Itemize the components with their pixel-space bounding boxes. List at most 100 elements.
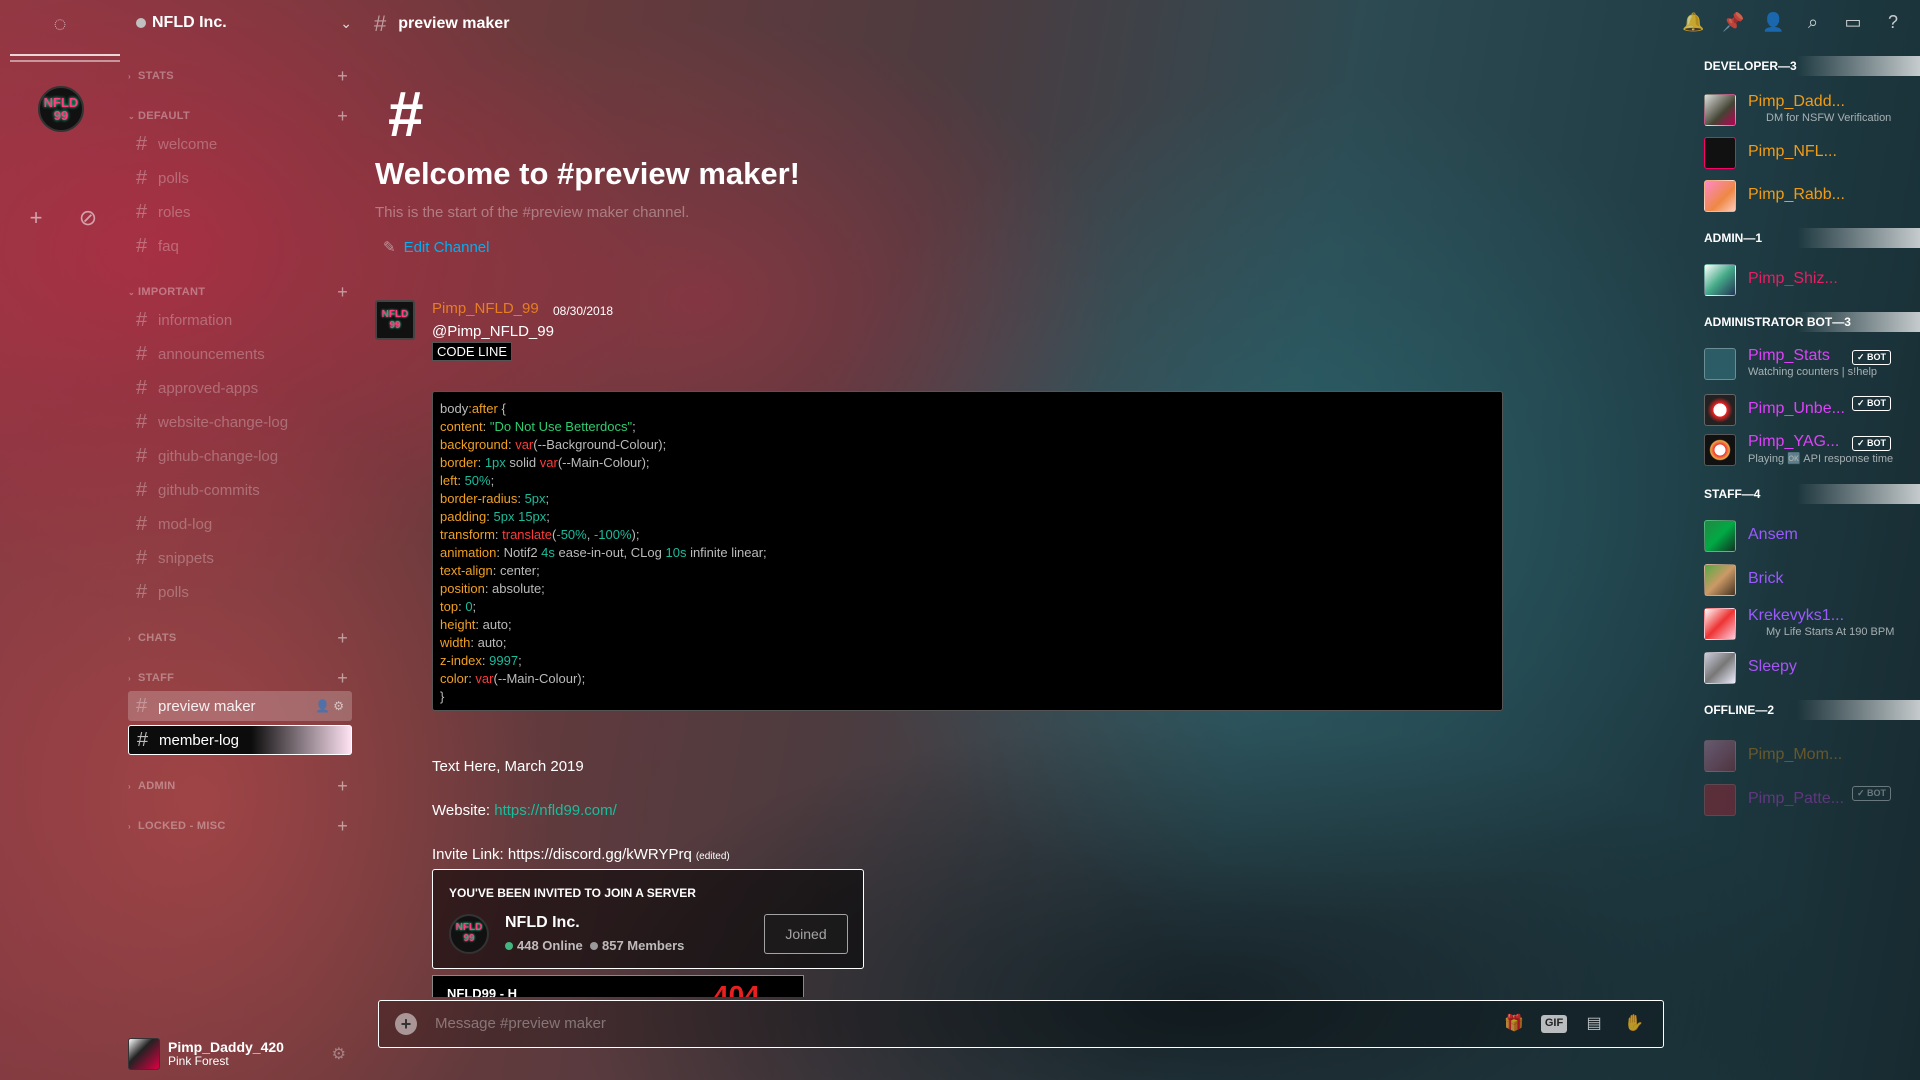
- category-default[interactable]: ⌄ DEFAULT +: [128, 106, 352, 126]
- channel-welcome[interactable]: # welcome: [128, 129, 352, 159]
- hash-icon: #: [374, 11, 387, 36]
- server-header[interactable]: NFLD Inc. ⌄: [136, 12, 352, 34]
- category-label: CHATS: [138, 632, 177, 644]
- channel-settings-icon[interactable]: 👤 ⚙: [315, 699, 344, 713]
- composer-placeholder[interactable]: Message #preview maker: [435, 1015, 606, 1032]
- channel-snippets[interactable]: # snippets: [128, 543, 352, 573]
- member-item[interactable]: Pimp_Stats Watching counters | s!help ✓ …: [1696, 342, 1920, 382]
- channel-faq[interactable]: # faq: [128, 231, 352, 261]
- code-line: top: 0;: [440, 599, 477, 614]
- channel-member-log[interactable]: # member-log: [128, 725, 352, 755]
- channel-announcements[interactable]: # announcements: [128, 339, 352, 369]
- category-important[interactable]: ⌄ IMPORTANT +: [128, 282, 352, 302]
- add-server-icon[interactable]: +: [24, 206, 48, 230]
- member-name: Pimp_Patte...: [1748, 790, 1845, 807]
- add-channel-icon[interactable]: +: [337, 106, 348, 127]
- bell-icon[interactable]: 🔔: [1682, 12, 1704, 33]
- bot-badge: ✓ BOT: [1852, 786, 1892, 801]
- member-status: Playing 🆗 API response time: [1748, 453, 1894, 465]
- invite-label[interactable]: Invite Link: https://discord.gg/kWRYPrq: [432, 846, 692, 863]
- add-attachment-icon[interactable]: +: [395, 1013, 417, 1035]
- gear-icon[interactable]: ⚙: [332, 1044, 346, 1064]
- member-item[interactable]: Brick: [1696, 558, 1920, 598]
- member-status: DM for NSFW Verification: [1766, 112, 1892, 124]
- member-name: Krekevyks1...: [1748, 607, 1845, 624]
- add-channel-icon[interactable]: +: [337, 66, 348, 87]
- avatar: [1704, 394, 1736, 426]
- channel-label: approved-apps: [158, 379, 259, 397]
- message-composer[interactable]: + Message #preview maker 🎁 GIF ▤ ✋: [378, 1000, 1664, 1048]
- hash-icon: #: [136, 166, 148, 189]
- hash-icon: #: [137, 728, 149, 751]
- member-item[interactable]: Pimp_Mom...: [1696, 734, 1920, 774]
- member-name: Sleepy: [1748, 658, 1797, 675]
- channel-polls-2[interactable]: # polls: [128, 577, 352, 607]
- member-item[interactable]: Pimp_YAG... Playing 🆗 API response time …: [1696, 428, 1920, 468]
- invite-card: YOU'VE BEEN INVITED TO JOIN A SERVER NFL…: [432, 869, 864, 969]
- member-item[interactable]: Ansem: [1696, 514, 1920, 554]
- add-channel-icon[interactable]: +: [337, 816, 348, 837]
- member-item[interactable]: Pimp_Patte... ✓ BOT: [1696, 778, 1920, 818]
- channel-github-commits[interactable]: # github-commits: [128, 475, 352, 505]
- channel-polls[interactable]: # polls: [128, 163, 352, 193]
- channel-roles[interactable]: # roles: [128, 197, 352, 227]
- code-line: width: auto;: [440, 635, 507, 650]
- member-item[interactable]: Krekevyks1... My Life Starts At 190 BPM: [1696, 602, 1920, 642]
- message-mention[interactable]: @Pimp_NFLD_99: [432, 323, 554, 340]
- home-icon[interactable]: ◌: [48, 12, 72, 36]
- sticker-icon[interactable]: ▤: [1581, 1013, 1607, 1033]
- category-stats[interactable]: › STATS +: [128, 66, 352, 86]
- avatar: [1704, 784, 1736, 816]
- avatar[interactable]: [128, 1038, 160, 1070]
- channel-website-change-log[interactable]: # website-change-log: [128, 407, 352, 437]
- members-icon[interactable]: 👤: [1762, 12, 1784, 33]
- invite-server-icon: NFLD 99: [449, 914, 489, 954]
- channel-approved-apps[interactable]: # approved-apps: [128, 373, 352, 403]
- edit-channel-link[interactable]: ✎ Edit Channel: [383, 238, 489, 256]
- code-line: text-align: center;: [440, 563, 540, 578]
- explore-icon[interactable]: ⊘: [76, 206, 100, 230]
- gift-icon[interactable]: 🎁: [1501, 1013, 1527, 1033]
- member-item[interactable]: Pimp_Rabb...: [1696, 174, 1920, 214]
- code-line: transform: translate(-50%, -100%);: [440, 527, 640, 542]
- member-item[interactable]: Pimp_NFL...: [1696, 131, 1920, 171]
- category-label: ADMIN: [138, 780, 176, 792]
- avatar: [1704, 740, 1736, 772]
- channel-mod-log[interactable]: # mod-log: [128, 509, 352, 539]
- server-icon-nfld[interactable]: NFLD 99: [38, 86, 84, 132]
- website-link[interactable]: https://nfld99.com/: [494, 802, 617, 819]
- channel-github-change-log[interactable]: # github-change-log: [128, 441, 352, 471]
- channel-preview-maker[interactable]: # preview maker 👤 ⚙: [128, 691, 352, 721]
- hash-icon: #: [136, 512, 148, 535]
- gif-icon[interactable]: GIF: [1541, 1015, 1567, 1033]
- help-icon[interactable]: ?: [1882, 12, 1904, 33]
- website-label: Website:: [432, 802, 495, 819]
- inbox-icon[interactable]: ▭: [1842, 12, 1864, 33]
- joined-button[interactable]: Joined: [764, 914, 848, 954]
- member-item[interactable]: Pimp_Unbe... ✓ BOT: [1696, 388, 1920, 428]
- emoji-icon[interactable]: ✋: [1621, 1013, 1647, 1033]
- channel-information[interactable]: # information: [128, 305, 352, 335]
- category-staff[interactable]: › STAFF +: [128, 668, 352, 688]
- hash-icon: #: [136, 444, 148, 467]
- add-channel-icon[interactable]: +: [337, 668, 348, 689]
- member-item[interactable]: Pimp_Dadd... DM for NSFW Verification: [1696, 88, 1920, 128]
- search-icon[interactable]: ⌕: [1802, 12, 1824, 33]
- message-author[interactable]: Pimp_NFLD_99: [432, 300, 539, 317]
- member-item[interactable]: Sleepy: [1696, 646, 1920, 686]
- category-chats[interactable]: › CHATS +: [128, 628, 352, 648]
- code-line: padding: 5px 15px;: [440, 509, 550, 524]
- add-channel-icon[interactable]: +: [337, 776, 348, 797]
- member-item[interactable]: Pimp_Shiz...: [1696, 258, 1920, 298]
- member-name: Pimp_Mom...: [1748, 746, 1843, 763]
- category-locked-misc[interactable]: › LOCKED - MISC +: [128, 816, 352, 836]
- pin-icon[interactable]: 📌: [1722, 12, 1744, 33]
- message-avatar[interactable]: NFLD 99: [375, 300, 415, 340]
- avatar: [1704, 652, 1736, 684]
- message-website: Website: https://nfld99.com/: [432, 802, 617, 819]
- code-line: color: var(--Main-Colour);: [440, 671, 586, 686]
- chevron-down-icon[interactable]: ⌄: [340, 15, 352, 32]
- add-channel-icon[interactable]: +: [337, 282, 348, 303]
- category-admin[interactable]: › ADMIN +: [128, 776, 352, 796]
- add-channel-icon[interactable]: +: [337, 628, 348, 649]
